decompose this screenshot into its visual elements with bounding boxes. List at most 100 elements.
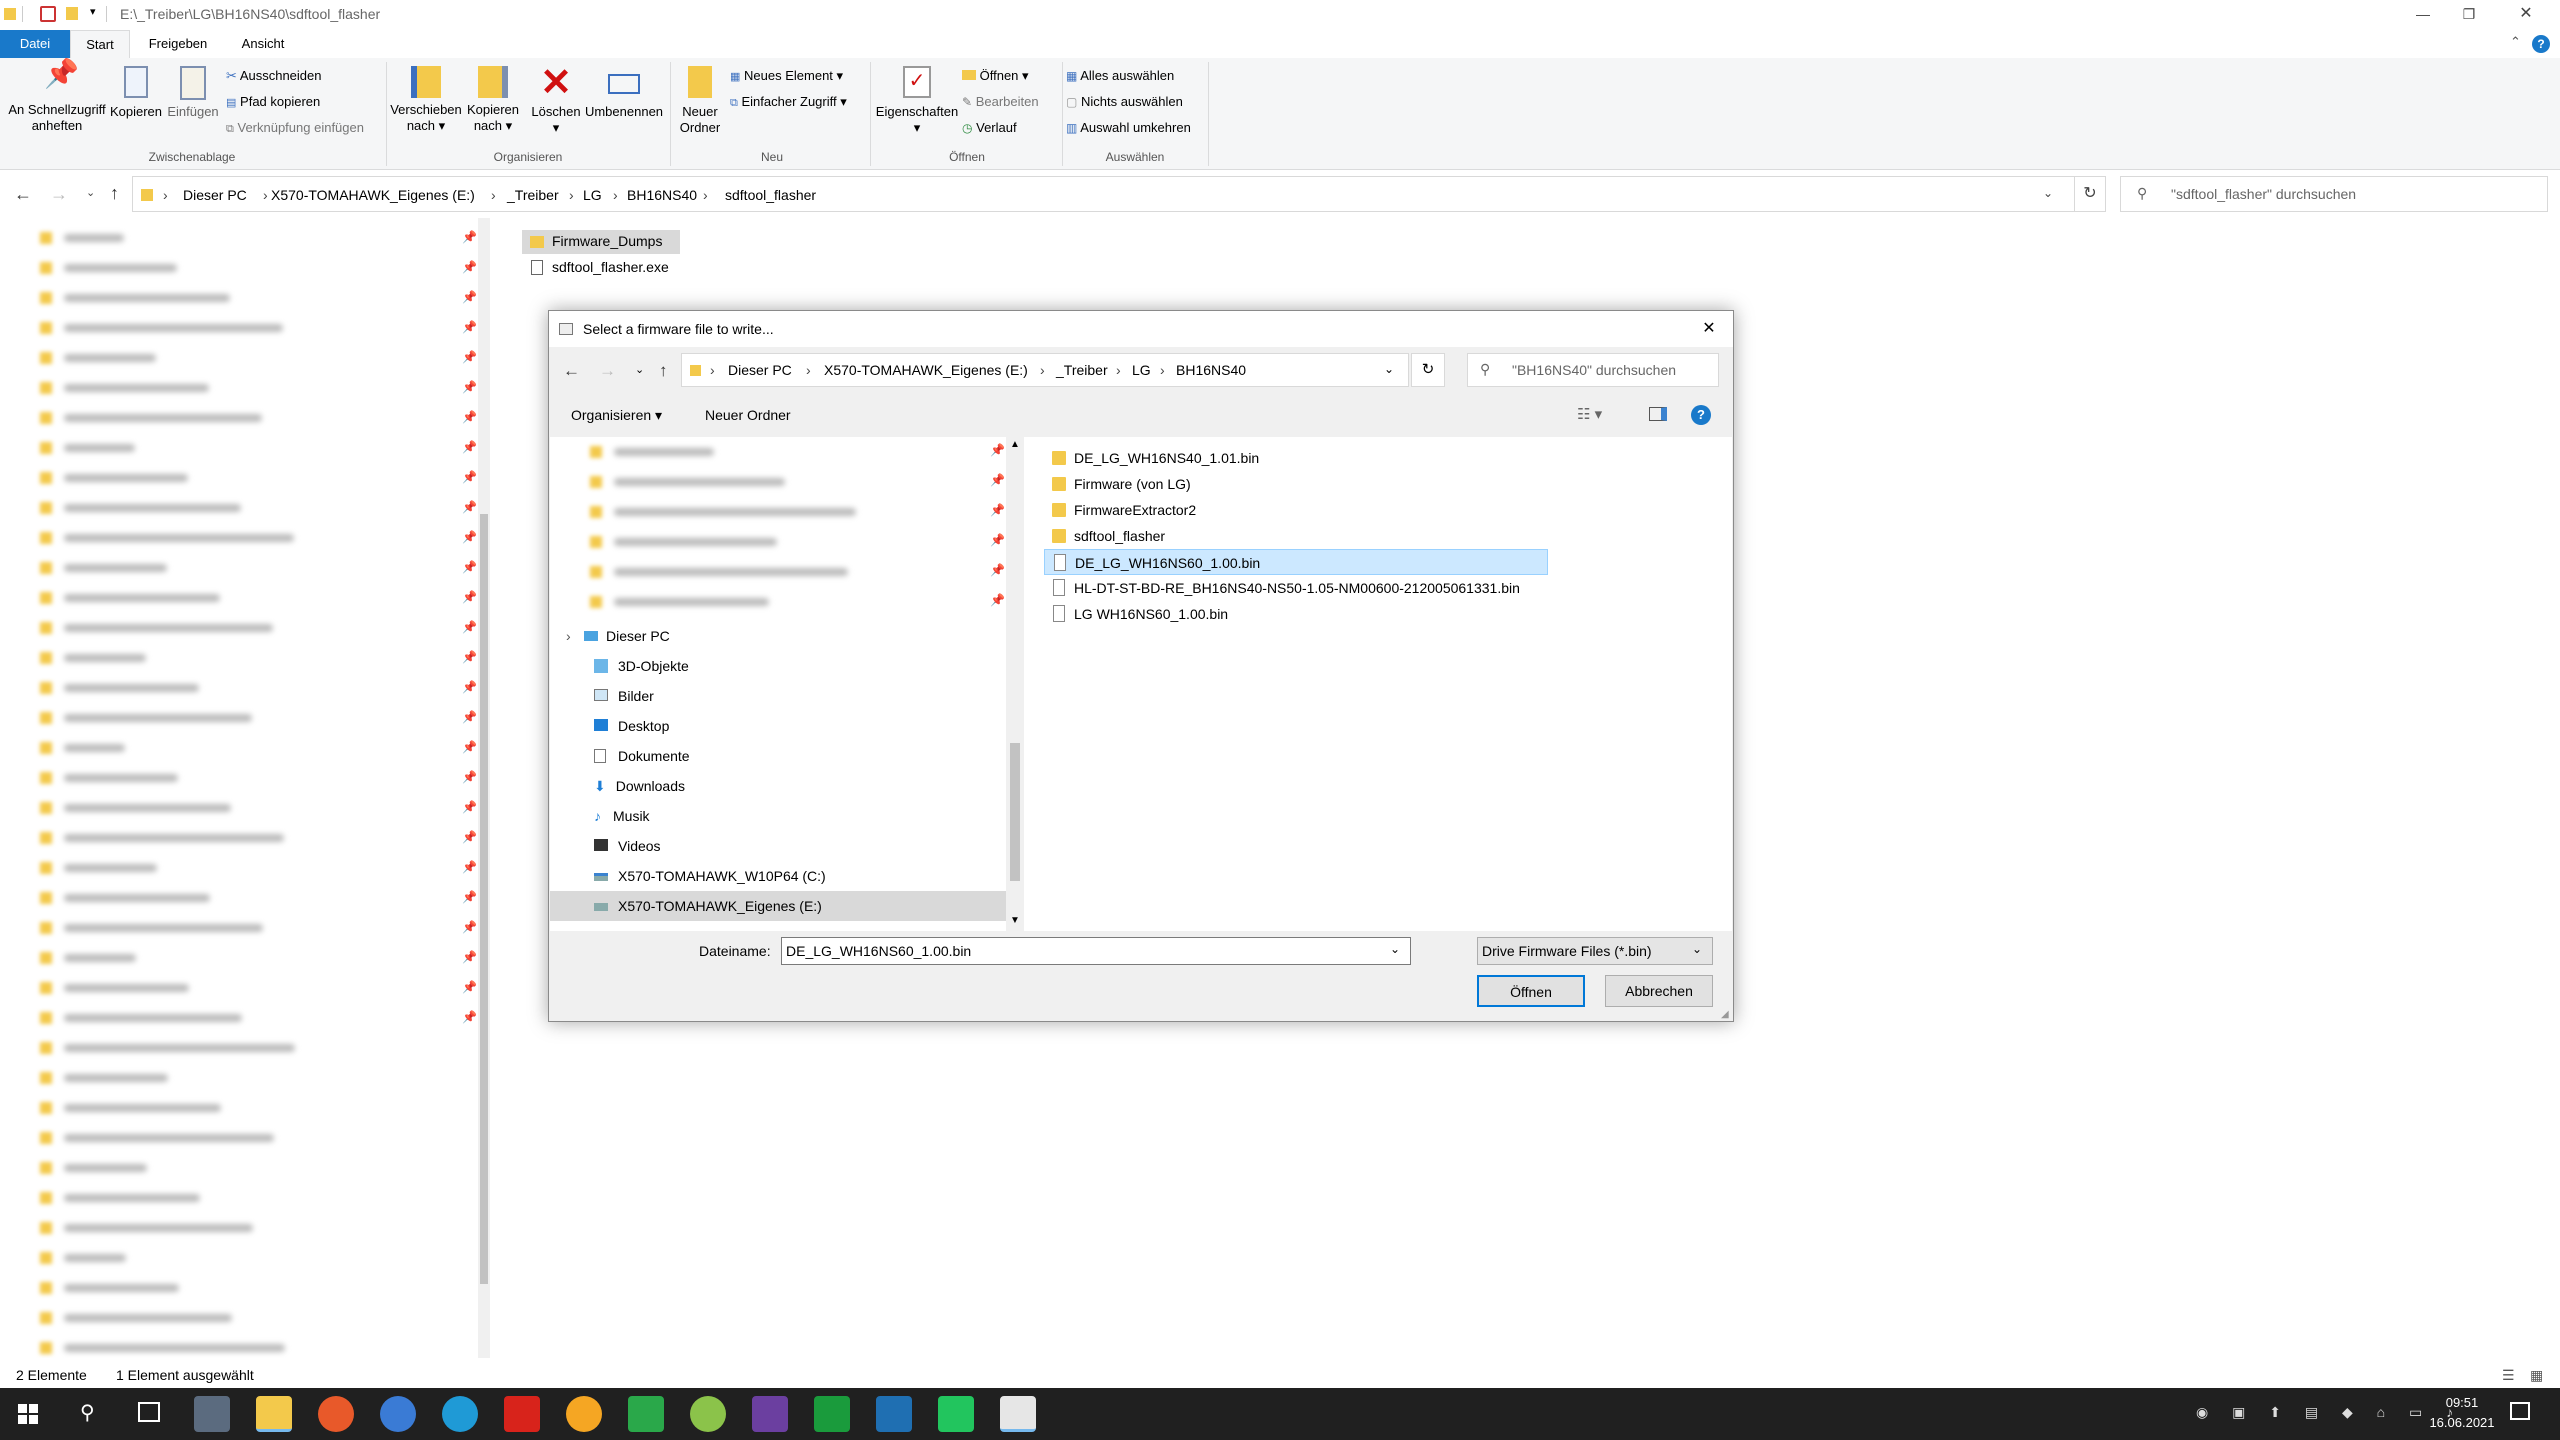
blurred-nav-item[interactable]	[40, 1008, 460, 1028]
thunderbird-icon[interactable]	[380, 1396, 416, 1432]
refresh-button[interactable]: ↻	[2074, 176, 2106, 212]
blurred-nav-item[interactable]	[40, 288, 460, 308]
list-item[interactable]: Firmware_Dumps	[522, 230, 680, 254]
filename-input[interactable]: DE_LG_WH16NS60_1.00.bin ⌄	[781, 937, 1411, 965]
copy-button[interactable]: Kopieren	[108, 66, 164, 120]
cancel-button[interactable]: Abbrechen	[1605, 975, 1713, 1007]
pin-icon[interactable]: 📌	[462, 260, 477, 274]
preview-pane-icon[interactable]	[1649, 407, 1667, 421]
help-icon[interactable]: ?	[2532, 35, 2550, 53]
nav-3d-objects[interactable]: 3D-Objekte	[594, 651, 689, 681]
pin-icon[interactable]: 📌	[462, 920, 477, 934]
nav-music[interactable]: ♪ Musik	[594, 801, 650, 831]
task-view-icon[interactable]	[138, 1402, 160, 1422]
dialog-help-icon[interactable]: ?	[1691, 405, 1711, 425]
blurred-nav-item[interactable]	[40, 1188, 460, 1208]
blurred-nav-item[interactable]	[40, 1308, 460, 1328]
calculator-icon[interactable]	[194, 1396, 230, 1432]
blurred-nav-item[interactable]	[40, 258, 460, 278]
copy-to-button[interactable]: Kopieren nach ▾	[462, 66, 524, 134]
rename-button[interactable]: Umbenennen	[584, 66, 664, 120]
blurred-nav-item[interactable]	[40, 558, 460, 578]
blurred-nav-item[interactable]	[40, 738, 460, 758]
pin-icon[interactable]: 📌	[462, 740, 477, 754]
blurred-nav-item[interactable]: 📌	[590, 589, 1005, 613]
blurred-nav-item[interactable]	[40, 408, 460, 428]
blurred-nav-item[interactable]	[40, 498, 460, 518]
dialog-address-dropdown-icon[interactable]: ⌄	[1384, 362, 1394, 376]
cut-button[interactable]: ✂ Ausschneiden	[226, 64, 321, 88]
dialog-refresh-button[interactable]: ↻	[1411, 353, 1445, 387]
dialog-close-button[interactable]: ✕	[1689, 311, 1729, 347]
blurred-nav-item[interactable]	[40, 528, 460, 548]
pin-quick-access-button[interactable]: 📌 An Schnellzugriff anheften	[4, 60, 110, 134]
pin-icon[interactable]: 📌	[462, 950, 477, 964]
list-item[interactable]: Firmware (von LG)	[1044, 471, 1548, 497]
blurred-nav-item[interactable]	[40, 348, 460, 368]
list-item[interactable]: sdftool_flasher.exe	[522, 256, 722, 280]
clock-date[interactable]: 16.06.2021	[2416, 1415, 2508, 1430]
firefox-icon[interactable]	[318, 1396, 354, 1432]
app-blue-circle-icon[interactable]	[442, 1396, 478, 1432]
nav-scroll-thumb[interactable]	[480, 514, 488, 1284]
app-green-robot-icon[interactable]	[690, 1396, 726, 1432]
list-item[interactable]: sdftool_flasher	[1044, 523, 1548, 549]
pin-icon[interactable]: 📌	[462, 230, 477, 244]
dialog-back-arrow-icon[interactable]: ←	[563, 361, 580, 381]
blurred-nav-item[interactable]	[40, 888, 460, 908]
nav-this-pc[interactable]: Dieser PC	[584, 621, 670, 651]
nav-downloads[interactable]: ⬇ Downloads	[594, 771, 685, 801]
pin-icon[interactable]: 📌	[462, 380, 477, 394]
clock-time[interactable]: 09:51	[2432, 1395, 2492, 1410]
pin-icon[interactable]: 📌	[462, 800, 477, 814]
app-building-icon[interactable]	[876, 1396, 912, 1432]
scroll-up-icon[interactable]: ▲	[1010, 439, 1020, 450]
breadcrumb-bh16ns40[interactable]: BH16NS40	[627, 177, 697, 213]
blurred-nav-item[interactable]	[40, 828, 460, 848]
file-explorer-icon[interactable]	[256, 1396, 292, 1432]
app-green-red-icon[interactable]	[628, 1396, 664, 1432]
pin-icon[interactable]: 📌	[462, 980, 477, 994]
move-to-button[interactable]: Verschieben nach ▾	[388, 66, 464, 134]
dialog-recent-dropdown-icon[interactable]: ⌄	[635, 363, 644, 376]
search-input[interactable]: ⚲ "sdftool_flasher" durchsuchen	[2120, 176, 2548, 212]
tab-freigeben[interactable]: Freigeben	[138, 30, 218, 58]
blurred-nav-item[interactable]	[40, 1248, 460, 1268]
dialog-breadcrumb-drive-e[interactable]: X570-TOMAHAWK_Eigenes (E:)	[824, 354, 1028, 386]
nav-pictures[interactable]: Bilder	[594, 681, 654, 711]
filename-dropdown-icon[interactable]: ⌄	[1390, 942, 1400, 956]
breadcrumb-this-pc[interactable]: Dieser PC	[183, 177, 247, 213]
pin-icon[interactable]: 📌	[462, 890, 477, 904]
dialog-search-input[interactable]: ⚲ "BH16NS40" durchsuchen	[1467, 353, 1719, 387]
blurred-nav-item[interactable]: 📌	[590, 439, 1005, 463]
pin-icon[interactable]: 📌	[462, 710, 477, 724]
dialog-breadcrumb-lg[interactable]: LG	[1132, 354, 1151, 386]
blurred-nav-item[interactable]	[40, 678, 460, 698]
breadcrumb-sdftool-flasher[interactable]: sdftool_flasher	[725, 177, 816, 213]
select-none-button[interactable]: ▢ Nichts auswählen	[1066, 90, 1183, 114]
pin-icon[interactable]: 📌	[462, 470, 477, 484]
app-purple-icon[interactable]	[752, 1396, 788, 1432]
blurred-nav-item[interactable]	[40, 708, 460, 728]
blurred-nav-item[interactable]	[40, 468, 460, 488]
blurred-nav-item[interactable]	[40, 588, 460, 608]
breadcrumb-treiber[interactable]: _Treiber	[507, 177, 559, 213]
blurred-nav-item[interactable]	[40, 618, 460, 638]
nav-expand-icon[interactable]: ›	[566, 621, 571, 651]
tiles-view-icon[interactable]: ▦	[2530, 1362, 2543, 1388]
pin-icon[interactable]: 📌	[462, 560, 477, 574]
address-dropdown-icon[interactable]: ⌄	[2043, 186, 2053, 200]
easy-access-button[interactable]: ⧉ Einfacher Zugriff ▾	[730, 90, 847, 115]
recent-dropdown-icon[interactable]: ⌄	[86, 186, 95, 199]
pin-icon[interactable]: 📌	[990, 593, 1005, 607]
history-button[interactable]: ◷ Verlauf	[962, 116, 1017, 140]
nav-videos[interactable]: Videos	[594, 831, 661, 861]
acrobat-icon[interactable]	[504, 1396, 540, 1432]
breadcrumb-drive-e[interactable]: X570-TOMAHAWK_Eigenes (E:)	[271, 177, 475, 213]
quick-access-dropdown-icon[interactable]: ▾	[90, 5, 96, 18]
blurred-nav-item[interactable]	[40, 648, 460, 668]
blurred-nav-item[interactable]	[40, 858, 460, 878]
pin-icon[interactable]: 📌	[462, 620, 477, 634]
blurred-nav-item[interactable]	[40, 378, 460, 398]
close-button[interactable]: ✕	[2492, 0, 2560, 30]
